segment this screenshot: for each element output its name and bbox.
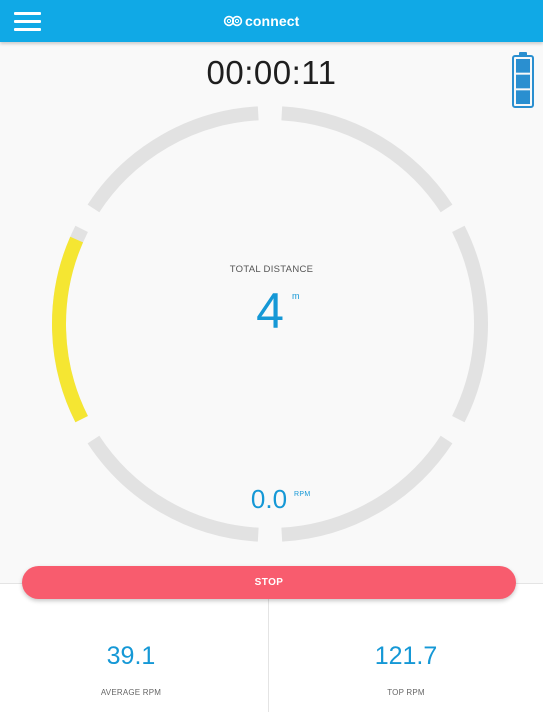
battery-cell (516, 59, 530, 73)
current-rpm-value: 0.0 (250, 484, 288, 514)
brand-logo: connect (223, 11, 299, 31)
distance-unit: m (292, 291, 300, 301)
brand-name: connect (245, 13, 300, 29)
current-rpm-unit: RPM (294, 491, 311, 498)
gauge-track-segment (281, 106, 453, 213)
stop-button[interactable]: STOP (22, 566, 516, 599)
total-distance-label: TOTAL DISTANCE (229, 264, 314, 275)
gauge-track-segment (87, 106, 259, 213)
top-rpm-label: TOP RPM (387, 688, 425, 697)
top-rpm-value: 121.7 (374, 642, 438, 670)
total-distance-value: 4 (256, 283, 284, 339)
app-header: connect (0, 0, 543, 42)
battery-cell (516, 74, 530, 89)
elapsed-timer: 00:00:11 (206, 54, 337, 91)
infinity-logo-icon (223, 15, 243, 27)
workout-screen: connect 00:00:11 TOTAL DISTANCE 4 m 0.0 … (0, 0, 543, 712)
battery-cell (516, 90, 530, 104)
average-rpm-value: 39.1 (106, 642, 156, 670)
average-rpm-label: AVERAGE RPM (100, 688, 162, 697)
hamburger-menu-icon[interactable] (14, 10, 42, 32)
battery-icon (512, 52, 534, 108)
